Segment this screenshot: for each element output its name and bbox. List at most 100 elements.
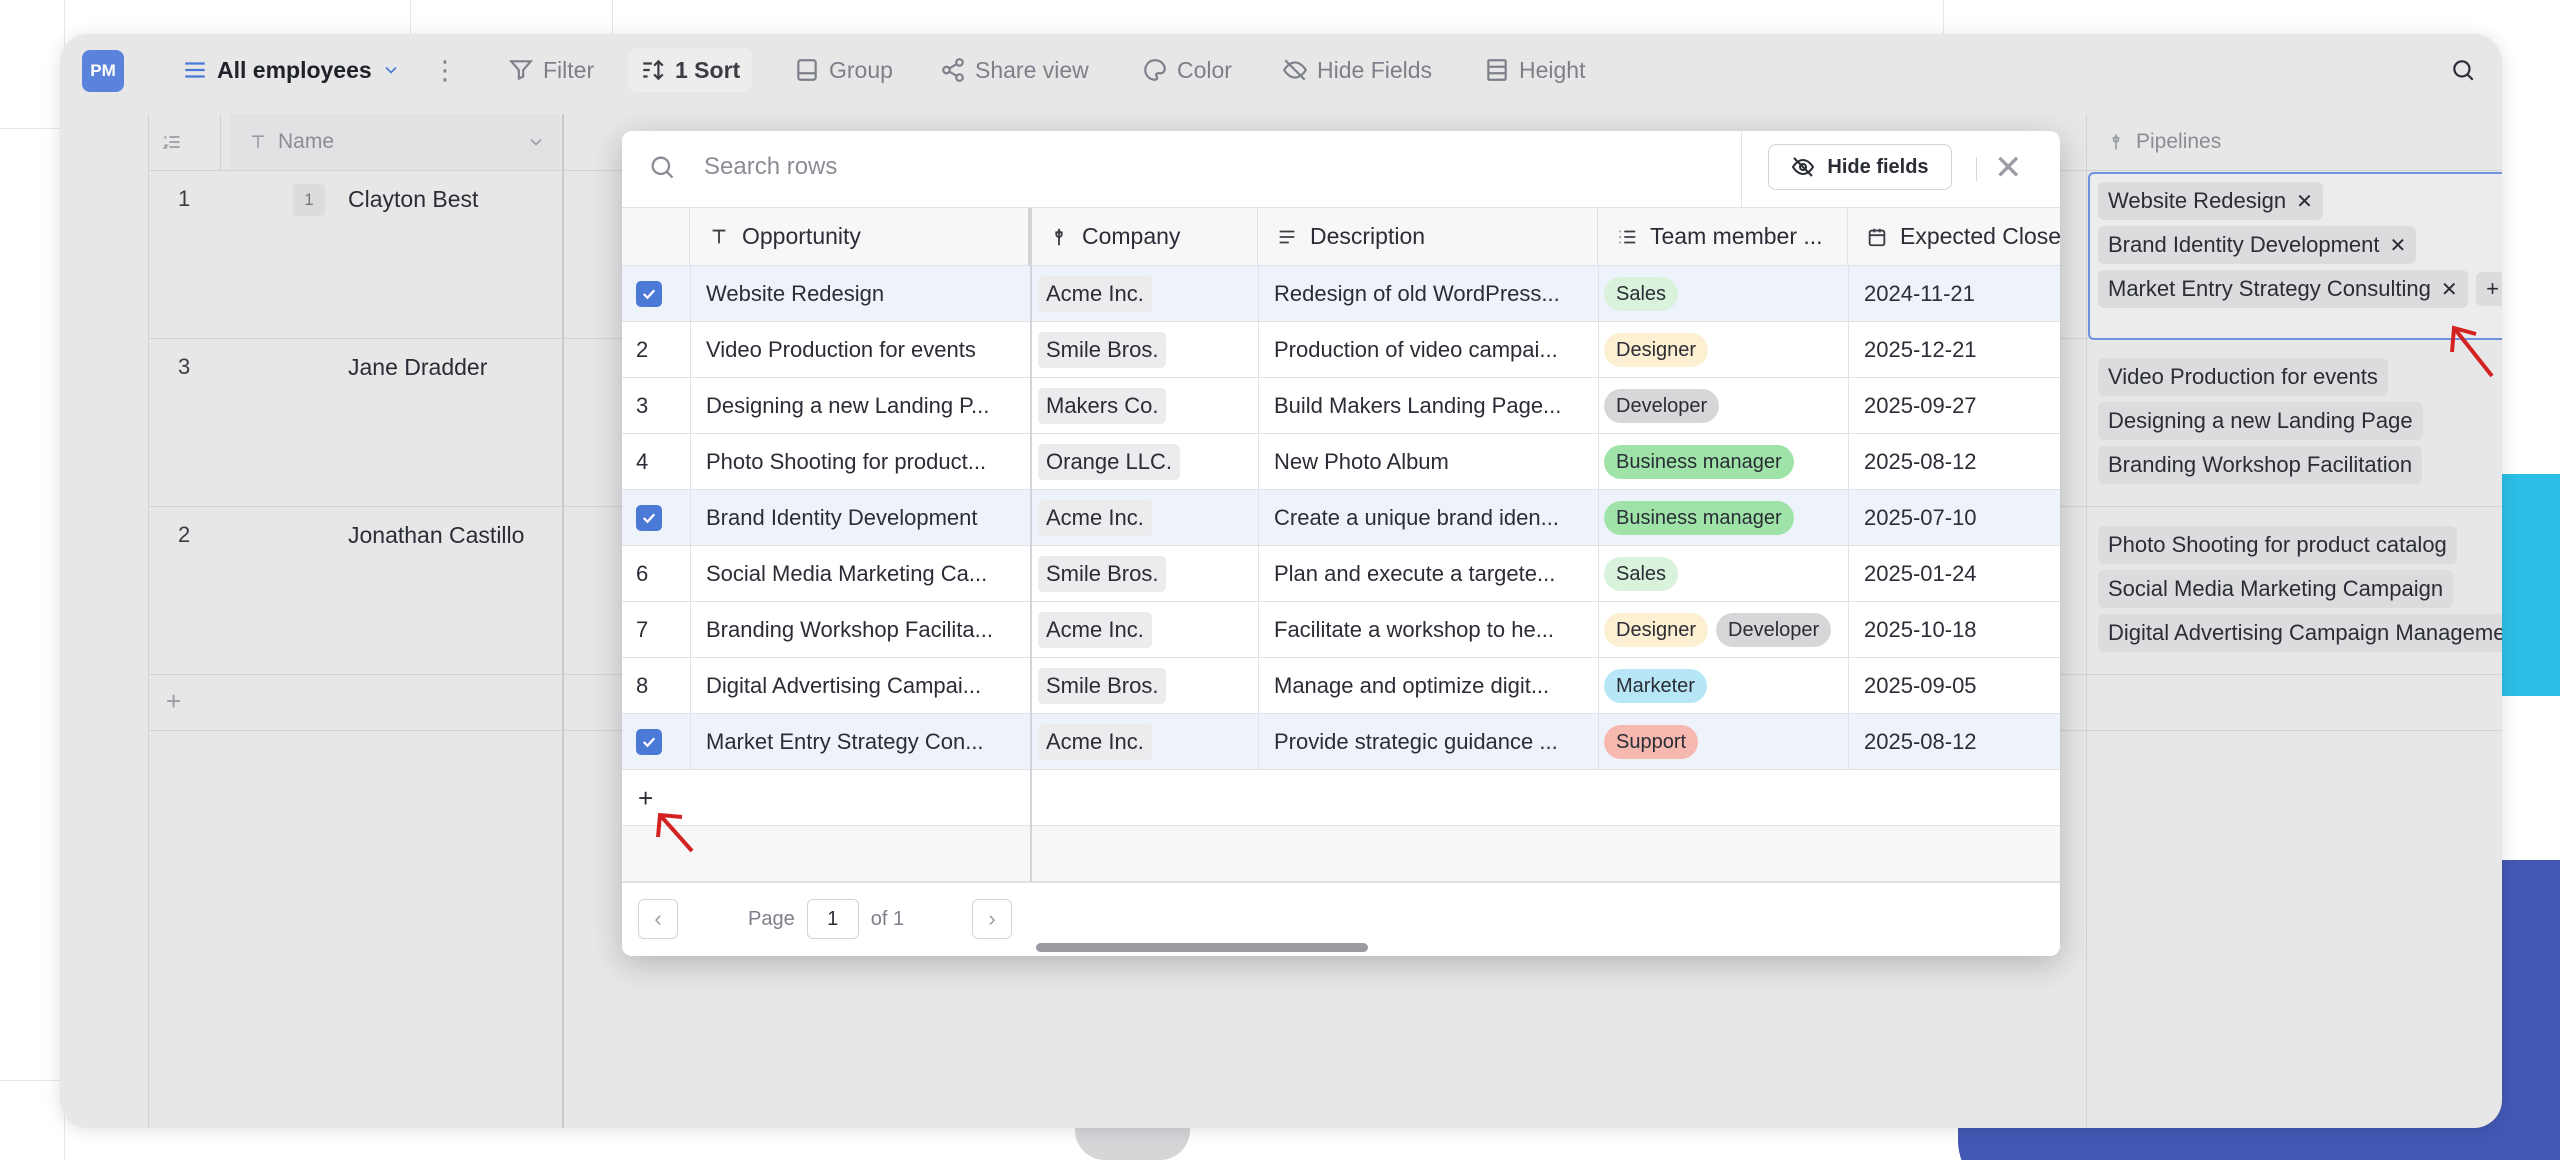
pipeline-chip[interactable]: Designing a new Landing Page (2098, 402, 2423, 440)
expected-close-cell[interactable]: 2025-08-12 (1848, 714, 2060, 770)
team-cell[interactable]: Developer (1598, 378, 1848, 434)
checkbox-checked-icon[interactable] (636, 505, 662, 531)
table-row[interactable]: 2 Video Production for events Smile Bros. P… (622, 322, 2060, 378)
expected-close-cell[interactable]: 2025-08-12 (1848, 434, 2060, 490)
team-cell[interactable]: Designer Developer (1598, 602, 1848, 658)
group-button[interactable]: Group (794, 48, 893, 92)
expected-close-cell[interactable]: 2025-12-21 (1848, 322, 2060, 378)
pipeline-chip[interactable]: Video Production for events (2098, 358, 2388, 396)
pipeline-chip[interactable]: Digital Advertising Campaign Management (2098, 614, 2502, 652)
company-cell[interactable]: Smile Bros. (1030, 546, 1258, 602)
pipeline-chip[interactable]: Photo Shooting for product catalog (2098, 526, 2457, 564)
company-cell[interactable]: Acme Inc. (1030, 266, 1258, 322)
hide-fields-button[interactable]: Hide Fields (1282, 48, 1432, 92)
search-button[interactable] (2450, 48, 2476, 92)
company-cell[interactable]: Orange LLC. (1030, 434, 1258, 490)
row-selector[interactable]: 6 (622, 546, 690, 602)
table-row[interactable]: 4 Photo Shooting for product... Orange LLC… (622, 434, 2060, 490)
expected-close-cell[interactable]: 2025-09-27 (1848, 378, 2060, 434)
opportunity-cell[interactable]: Market Entry Strategy Con... (690, 714, 1030, 770)
sort-button[interactable]: 1 Sort (628, 48, 753, 92)
employee-name[interactable]: Jane Dradder (348, 354, 487, 381)
add-row-button[interactable]: + (166, 686, 181, 717)
description-cell[interactable]: Plan and execute a targete... (1258, 546, 1598, 602)
horizontal-scrollbar[interactable] (1036, 943, 1368, 952)
table-row[interactable]: 6 Social Media Marketing Ca... Smile Bros.… (622, 546, 2060, 602)
employee-name[interactable]: Clayton Best (348, 186, 478, 213)
column-header-expected-close[interactable]: Expected Close (1848, 208, 2060, 266)
expected-close-cell[interactable]: 2025-07-10 (1848, 490, 2060, 546)
description-cell[interactable]: Build Makers Landing Page... (1258, 378, 1598, 434)
column-header-description[interactable]: Description (1258, 208, 1598, 266)
table-row[interactable]: Brand Identity Development Acme Inc. Creat… (622, 490, 2060, 546)
row-selector[interactable]: 7 (622, 602, 690, 658)
row-height-button[interactable]: Height (1484, 48, 1585, 92)
comment-count[interactable]: 1 (293, 184, 325, 216)
table-row[interactable]: Market Entry Strategy Con... Acme Inc. Pro… (622, 714, 2060, 770)
share-view-button[interactable]: Share view (940, 48, 1089, 92)
pipeline-chip[interactable]: Website Redesign ✕ (2098, 182, 2323, 220)
opportunity-cell[interactable]: Website Redesign (690, 266, 1030, 322)
opportunity-cell[interactable]: Branding Workshop Facilita... (690, 602, 1030, 658)
row-selector[interactable]: 2 (622, 322, 690, 378)
description-cell[interactable]: New Photo Album (1258, 434, 1598, 490)
search-input[interactable]: Search rows (704, 153, 837, 181)
expected-close-cell[interactable]: 2025-01-24 (1848, 546, 2060, 602)
row-selector[interactable] (622, 266, 690, 322)
table-row[interactable]: 3 Designing a new Landing P... Makers Co. B… (622, 378, 2060, 434)
column-header-name[interactable]: Name (230, 114, 560, 170)
company-cell[interactable]: Acme Inc. (1030, 490, 1258, 546)
team-cell[interactable]: Support (1598, 714, 1848, 770)
next-page-button[interactable]: › (972, 899, 1013, 939)
table-row[interactable]: 8 Digital Advertising Campai... Smile Bros… (622, 658, 2060, 714)
checkbox-checked-icon[interactable] (636, 729, 662, 755)
page-input[interactable]: 1 (806, 899, 859, 939)
description-cell[interactable]: Production of video campai... (1258, 322, 1598, 378)
prev-page-button[interactable]: ‹ (638, 899, 678, 939)
pipeline-chip[interactable]: Brand Identity Development ✕ (2098, 226, 2417, 264)
pipeline-chip[interactable]: Branding Workshop Facilitation (2098, 446, 2423, 484)
pipeline-chip[interactable]: Social Media Marketing Campaign (2098, 570, 2454, 608)
column-header-pipelines[interactable]: Pipelines (2106, 114, 2502, 170)
remove-icon[interactable]: ✕ (2441, 277, 2458, 302)
description-cell[interactable]: Create a unique brand iden... (1258, 490, 1598, 546)
row-selector[interactable]: 8 (622, 658, 690, 714)
table-row[interactable]: 7 Branding Workshop Facilita... Acme Inc. F… (622, 602, 2060, 658)
opportunity-cell[interactable]: Digital Advertising Campai... (690, 658, 1030, 714)
search-rows-field[interactable]: Search rows (648, 153, 837, 181)
company-cell[interactable]: Makers Co. (1030, 378, 1258, 434)
color-button[interactable]: Color (1142, 48, 1232, 92)
team-cell[interactable]: Marketer (1598, 658, 1848, 714)
add-link-button[interactable]: + (2475, 272, 2502, 306)
table-row[interactable]: Website Redesign Acme Inc. Redesign of old… (622, 266, 2060, 322)
more-options-icon[interactable]: ⋮ (432, 48, 458, 92)
team-cell[interactable]: Sales (1598, 266, 1848, 322)
company-cell[interactable]: Smile Bros. (1030, 658, 1258, 714)
expected-close-cell[interactable]: 2024-11-21 (1848, 266, 2060, 322)
remove-icon[interactable]: ✕ (2390, 233, 2407, 258)
opportunity-cell[interactable]: Social Media Marketing Ca... (690, 546, 1030, 602)
company-cell[interactable]: Smile Bros. (1030, 322, 1258, 378)
remove-icon[interactable]: ✕ (2296, 189, 2313, 214)
description-cell[interactable]: Redesign of old WordPress... (1258, 266, 1598, 322)
row-selector[interactable] (622, 714, 690, 770)
team-cell[interactable]: Business manager (1598, 434, 1848, 490)
row-selector[interactable] (622, 490, 690, 546)
row-selector[interactable]: 3 (622, 378, 690, 434)
employee-name[interactable]: Jonathan Castillo (348, 522, 524, 549)
opportunity-cell[interactable]: Photo Shooting for product... (690, 434, 1030, 490)
workspace-badge[interactable]: PM (82, 50, 124, 92)
column-header-company[interactable]: Company (1030, 208, 1258, 266)
team-cell[interactable]: Sales (1598, 546, 1848, 602)
opportunity-cell[interactable]: Video Production for events (690, 322, 1030, 378)
checkbox-checked-icon[interactable] (636, 281, 662, 307)
opportunity-cell[interactable]: Designing a new Landing P... (690, 378, 1030, 434)
team-cell[interactable]: Designer (1598, 322, 1848, 378)
description-cell[interactable]: Manage and optimize digit... (1258, 658, 1598, 714)
close-icon[interactable]: ✕ (1994, 151, 2023, 185)
row-selector[interactable]: 4 (622, 434, 690, 490)
company-cell[interactable]: Acme Inc. (1030, 714, 1258, 770)
opportunity-cell[interactable]: Brand Identity Development (690, 490, 1030, 546)
description-cell[interactable]: Provide strategic guidance ... (1258, 714, 1598, 770)
description-cell[interactable]: Facilitate a workshop to he... (1258, 602, 1598, 658)
